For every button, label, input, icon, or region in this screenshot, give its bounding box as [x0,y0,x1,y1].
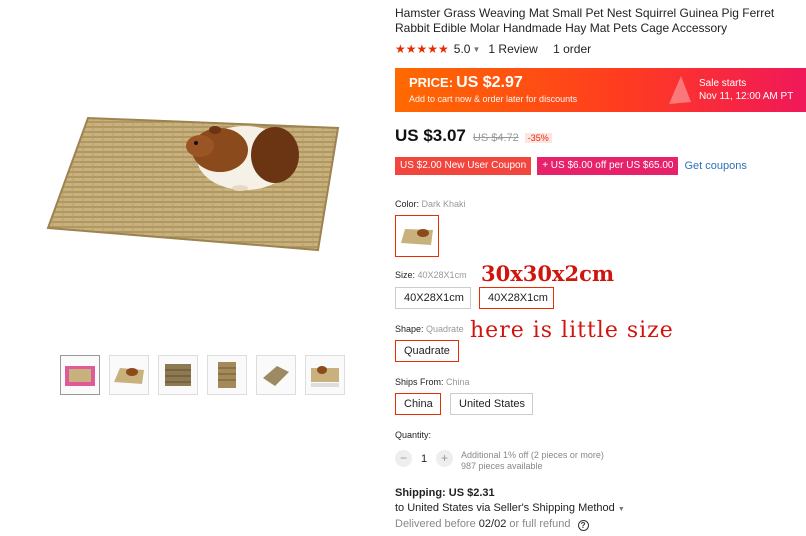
delivery-suffix: or full refund [509,518,571,530]
promo-note: Add to cart now & order later for discou… [409,94,578,104]
chevron-down-icon[interactable]: ▼ [618,506,625,513]
thumbnail-1[interactable] [60,355,100,395]
ships-from-label-text: Ships From: [395,377,444,387]
size-label: Size: 40X28X1cm [395,270,467,280]
new-user-coupon[interactable]: US $2.00 New User Coupon [395,157,532,175]
size-option-1[interactable]: 40X28X1cm [395,287,471,309]
ships-from-value: China [446,377,470,387]
shipping-label: Shipping: [395,487,446,499]
store-coupon[interactable]: + US $6.00 off per US $65.00 [537,157,679,175]
promo-banner: PRICE: US $2.97 Add to cart now & order l… [395,68,806,112]
rating-row: ★★★★★ 5.0 ▼ 1 Review 1 order [395,42,591,56]
ships-option-china[interactable]: China [395,393,441,415]
ships-option-united-states[interactable]: United States [450,393,533,415]
sale-label: Sale starts [699,78,747,89]
color-label: Color: Dark Khaki [395,199,466,209]
original-price: US $4.72 [472,132,519,144]
shipping-info: Shipping: US $2.31 to United States via … [395,486,625,532]
quantity-input[interactable]: 1 [412,453,436,465]
thumbnail-strip [60,355,345,395]
sale-date: Nov 11, 12:00 AM PT [699,91,794,102]
shape-value: Quadrate [426,324,464,334]
reviews-link[interactable]: 1 Review [488,42,537,56]
get-coupons-link[interactable]: Get coupons [684,160,746,172]
quantity-plus-button[interactable]: + [436,450,453,467]
shape-label: Shape: Quadrate [395,324,464,334]
delivery-date: 02/02 [478,518,507,530]
thumbnail-2[interactable] [109,355,149,395]
ships-from-label: Ships From: China [395,377,470,387]
discount-badge: -35% [524,133,552,143]
delivery-estimate: Delivered before 02/02 or full refund ? [395,517,625,532]
coupon-row: US $2.00 New User Coupon + US $6.00 off … [395,157,747,175]
shipping-method-text: to United States via Seller's Shipping M… [395,502,615,514]
quantity-note: Additional 1% off (2 pieces or more) 987… [461,450,604,472]
quantity-minus-button[interactable]: − [395,450,412,467]
quantity-label: Quantity: [395,430,432,440]
size-label-text: Size: [395,270,416,280]
size-option-2[interactable]: 40X28X1cm [479,287,554,309]
shape-label-text: Shape: [395,324,424,334]
rating-score[interactable]: 5.0 [454,42,471,56]
thumbnail-5[interactable] [256,355,296,395]
thumbnail-3[interactable] [158,355,198,395]
bulk-discount-note: Additional 1% off (2 pieces or more) [461,450,604,460]
thumbnail-6[interactable] [305,355,345,395]
question-circle-icon[interactable]: ? [577,520,589,531]
separator [544,42,547,56]
orders-count: 1 order [553,42,592,56]
promo-price-value: US $2.97 [456,74,523,91]
promo-price-label: PRICE: [409,75,454,90]
star-icon: ★★★★★ [395,42,449,56]
little-size-annotation: here is little size [470,318,674,343]
color-label-text: Color: [395,199,420,209]
main-product-image[interactable] [40,100,350,270]
current-price: US $3.07 [395,126,466,145]
size-annotation: 30x30x2cm [481,261,615,286]
sale-start-block: Sale starts Nov 11, 12:00 AM PT [699,77,793,103]
color-option-dark-khaki[interactable] [395,215,439,257]
quantity-stepper: − 1 + [395,450,453,467]
price-row: US $3.07 US $4.72 -35% [395,126,552,146]
size-value: 40X28X1cm [417,270,467,280]
stock-available: 987 pieces available [461,461,543,471]
caret-down-icon[interactable]: ▼ [472,45,480,54]
thumbnail-4[interactable] [207,355,247,395]
delivery-prefix: Delivered before [395,518,476,530]
shipping-method[interactable]: to United States via Seller's Shipping M… [395,501,625,517]
product-title: Hamster Grass Weaving Mat Small Pet Nest… [395,6,775,35]
promo-decoration-icon [669,76,691,104]
shipping-cost: US $2.31 [448,487,495,499]
promo-price-block: PRICE: US $2.97 Add to cart now & order l… [409,74,577,104]
shape-option-quadrate[interactable]: Quadrate [395,340,459,362]
color-value: Dark Khaki [421,199,466,209]
